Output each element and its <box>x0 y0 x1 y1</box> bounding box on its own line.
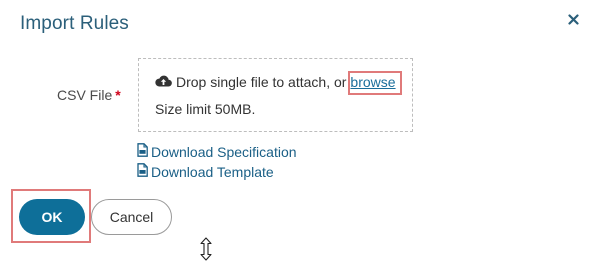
download-specification-label: Download Specification <box>151 143 297 160</box>
resize-cursor-icon <box>200 237 212 266</box>
close-icon <box>567 13 579 25</box>
required-marker: * <box>115 87 121 103</box>
size-limit-text: Size limit 50MB. <box>155 101 256 117</box>
cloud-upload-icon <box>155 74 172 90</box>
drop-prompt: Drop single file to attach, or browse <box>155 73 398 91</box>
download-template-link[interactable]: Download Template <box>137 163 274 180</box>
dialog-title: Import Rules <box>20 13 129 34</box>
document-icon <box>137 163 148 180</box>
csv-file-label: CSV File * <box>57 87 121 103</box>
ok-button[interactable]: OK <box>19 199 85 235</box>
cancel-button[interactable]: Cancel <box>91 199 172 235</box>
file-dropzone[interactable]: Drop single file to attach, or browse Si… <box>138 58 413 132</box>
import-rules-dialog: Import Rules CSV File * Drop single file … <box>0 0 598 264</box>
csv-file-label-text: CSV File <box>57 87 113 103</box>
document-icon <box>137 143 148 160</box>
drop-prompt-text: Drop single file to attach, or <box>176 74 347 90</box>
browse-link[interactable]: browse <box>348 73 397 91</box>
download-template-label: Download Template <box>151 163 274 180</box>
download-specification-link[interactable]: Download Specification <box>137 143 297 160</box>
close-button[interactable] <box>565 11 581 27</box>
